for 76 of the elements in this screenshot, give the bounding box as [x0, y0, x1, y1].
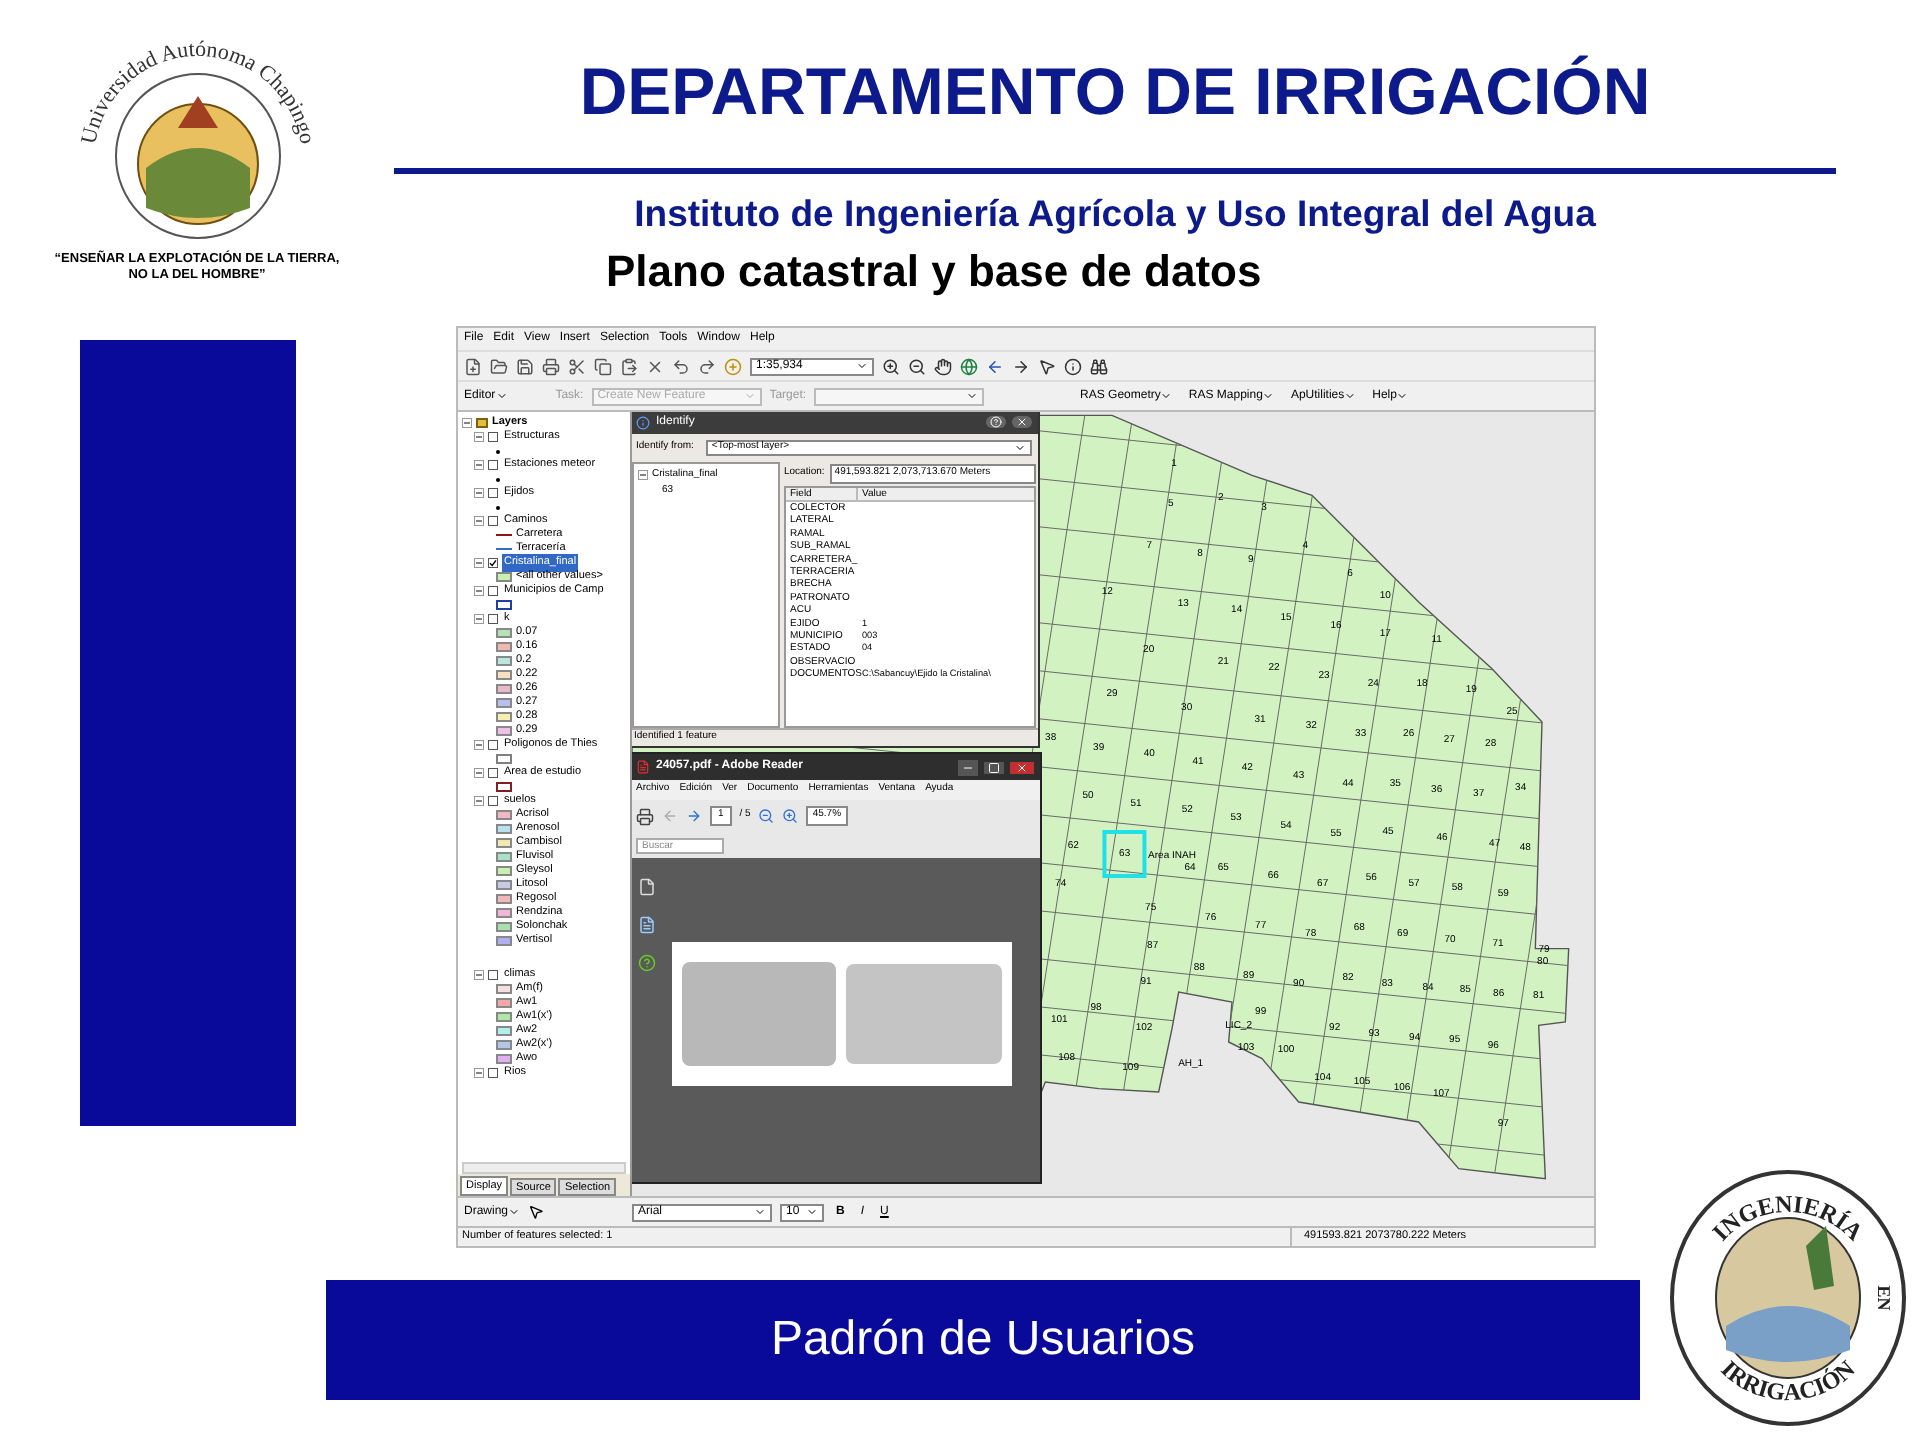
- paste-icon[interactable]: [620, 357, 638, 375]
- layer-checkbox[interactable]: [488, 558, 498, 568]
- caret-icon[interactable]: [1344, 390, 1357, 402]
- slide-title: DEPARTAMENTO DE IRRIGACIÓN: [577, 52, 1653, 132]
- collapse-icon[interactable]: [474, 558, 484, 568]
- layer-checkbox[interactable]: [488, 768, 498, 778]
- layers-icon: [476, 418, 488, 428]
- caret-icon[interactable]: [1160, 390, 1173, 402]
- layer-checkbox[interactable]: [488, 586, 498, 596]
- pan-icon[interactable]: [934, 357, 952, 375]
- collapse-icon[interactable]: [474, 768, 484, 778]
- collapse-icon[interactable]: [474, 740, 484, 750]
- help-icon[interactable]: [638, 954, 656, 972]
- caret-icon[interactable]: [856, 360, 868, 372]
- collapse-icon[interactable]: [462, 418, 472, 428]
- pointer-icon[interactable]: [1038, 357, 1056, 375]
- layer-checkbox[interactable]: [488, 740, 498, 750]
- collapse-icon[interactable]: [474, 796, 484, 806]
- close-button[interactable]: [1010, 761, 1034, 773]
- slide-subtitle: Instituto de Ingeniería Agrícola y Uso Integral del Agua: [632, 190, 1598, 238]
- layer-checkbox[interactable]: [488, 970, 498, 980]
- caret-icon[interactable]: [508, 1206, 521, 1218]
- banner-text: Padrón de Usuarios: [770, 1310, 1196, 1370]
- page-icon[interactable]: [638, 878, 656, 896]
- delete-icon[interactable]: [646, 357, 664, 375]
- collapse-icon[interactable]: [474, 586, 484, 596]
- globe-icon[interactable]: [960, 357, 978, 375]
- layer-checkbox[interactable]: [488, 1068, 498, 1078]
- caret-icon[interactable]: [1262, 390, 1275, 402]
- minimize-icon[interactable]: [962, 761, 974, 773]
- caret-icon[interactable]: [495, 390, 508, 402]
- help-button[interactable]: [986, 416, 1006, 428]
- caret-icon[interactable]: [754, 1206, 767, 1218]
- layer-checkbox[interactable]: [488, 432, 498, 442]
- forward-icon[interactable]: [1012, 357, 1030, 375]
- redo-icon[interactable]: [698, 357, 716, 375]
- back-icon[interactable]: [986, 357, 1004, 375]
- zoom-in-icon[interactable]: [882, 357, 900, 375]
- caret-icon[interactable]: [966, 390, 979, 402]
- caret-icon[interactable]: [1396, 390, 1409, 402]
- layer-checkbox[interactable]: [488, 488, 498, 498]
- collapse-icon[interactable]: [474, 614, 484, 624]
- info-icon[interactable]: [1064, 357, 1082, 375]
- caret-icon[interactable]: [1014, 442, 1026, 454]
- layer-checkbox[interactable]: [488, 614, 498, 624]
- collapse-icon[interactable]: [474, 516, 484, 526]
- undo-icon[interactable]: [672, 357, 690, 375]
- slide-heading: Plano catastral y base de datos: [606, 244, 1264, 300]
- collapse-icon[interactable]: [638, 470, 648, 481]
- caret-icon[interactable]: [806, 1206, 819, 1218]
- layer-checkbox[interactable]: [488, 796, 498, 806]
- horizontal-scrollbar[interactable]: [462, 1162, 626, 1174]
- close-button[interactable]: [1012, 416, 1032, 428]
- collapse-icon[interactable]: [474, 970, 484, 980]
- collapse-icon[interactable]: [474, 432, 484, 442]
- scissors-icon[interactable]: [568, 357, 586, 375]
- minimize-button[interactable]: [958, 759, 978, 775]
- copy-icon[interactable]: [594, 357, 612, 375]
- next-page-icon[interactable]: [686, 808, 702, 824]
- maximize-button[interactable]: [984, 761, 1004, 773]
- layer-checkbox[interactable]: [488, 460, 498, 470]
- open-folder-icon[interactable]: [490, 357, 508, 375]
- layer-checkbox[interactable]: [488, 516, 498, 526]
- printer-icon[interactable]: [636, 807, 654, 825]
- document-icon[interactable]: [638, 916, 656, 934]
- add-data-icon[interactable]: [724, 357, 742, 375]
- collapse-icon[interactable]: [474, 460, 484, 470]
- zoom-out-icon[interactable]: [908, 357, 926, 375]
- pdf-icon[interactable]: [636, 760, 650, 774]
- save-icon[interactable]: [516, 357, 534, 375]
- collapse-icon[interactable]: [474, 488, 484, 498]
- new-file-icon[interactable]: [464, 357, 482, 375]
- printer-icon[interactable]: [542, 357, 560, 375]
- binoculars-icon[interactable]: [1090, 357, 1108, 375]
- pointer-icon[interactable]: [528, 1204, 545, 1220]
- collapse-icon[interactable]: [474, 1068, 484, 1078]
